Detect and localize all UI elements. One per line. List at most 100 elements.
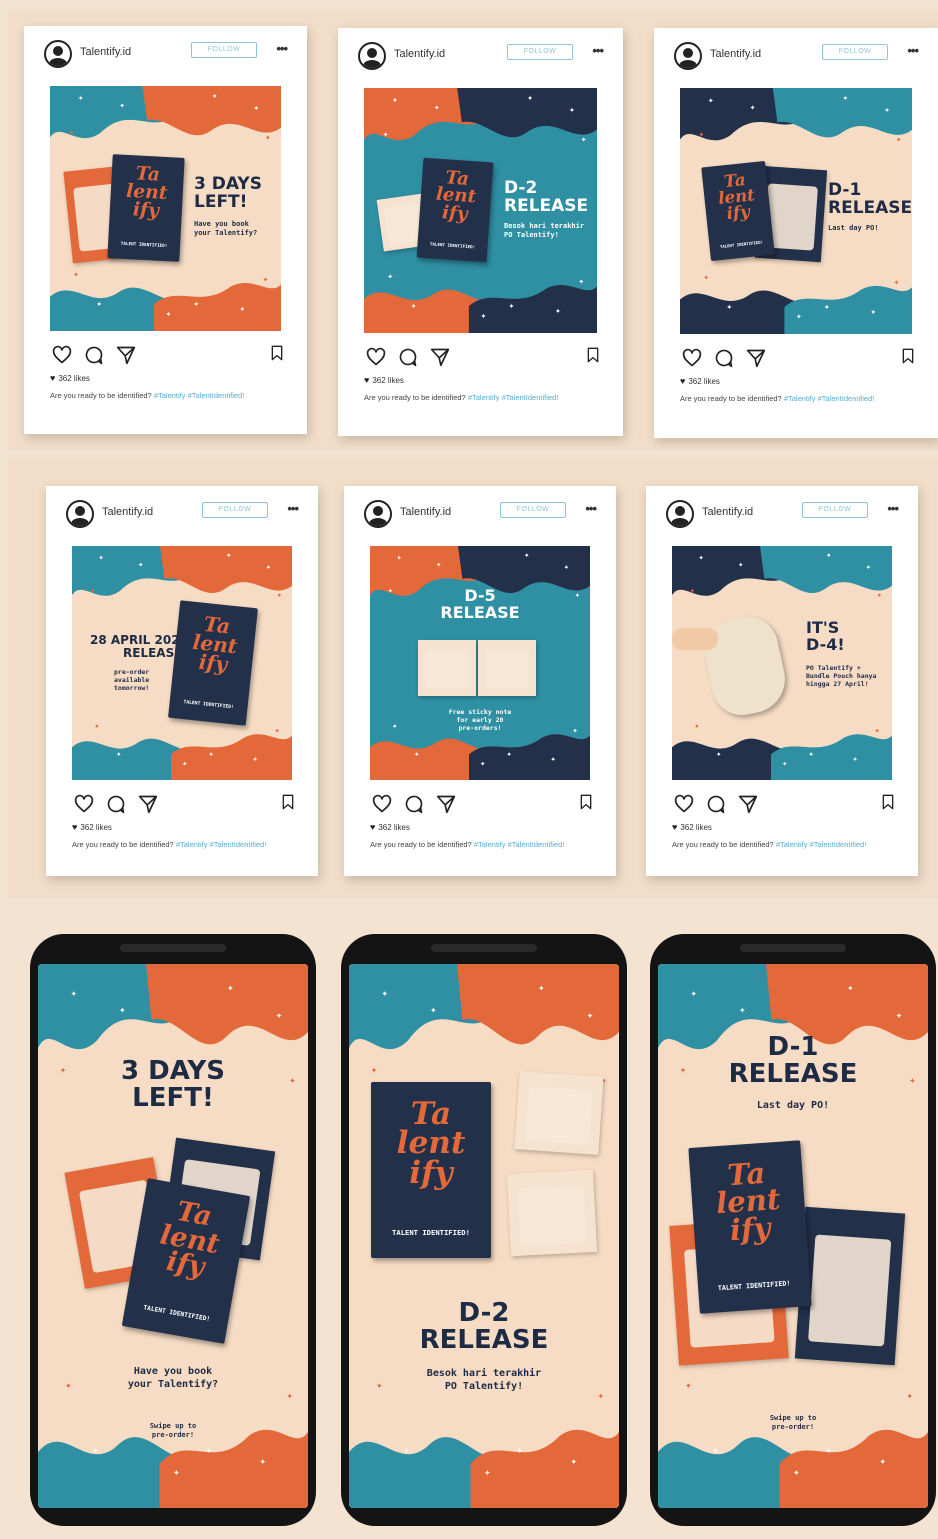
comment-icon[interactable] [714,348,734,368]
text-line: Last day PO! [828,224,879,232]
more-options-icon[interactable]: ••• [585,501,597,516]
caption-hashtags[interactable]: #Talentify #TalentIdentified! [776,840,866,849]
text-line: LEFT! [194,191,248,212]
heart-icon[interactable] [366,347,386,367]
sparkle-icon: ✦ [193,301,199,309]
follow-button[interactable]: FOLLOW [191,42,257,58]
heart-icon[interactable] [674,794,694,814]
heart-icon[interactable] [372,794,392,814]
phone-mockup: ✦ ✦ ✦ ✦ ✦ ✦ ✦ ✦ ✦ ✦ ✦ ✦ 3 DAYS LEFT! Ta lent ify TALENT I… [30,934,316,1526]
post-header: Talentify.id FOLLOW ••• [646,486,918,544]
sparkle-icon: ✦ [259,1457,266,1466]
bookmark-icon[interactable] [880,794,896,810]
comment-icon[interactable] [84,345,104,365]
heart-small-icon: ♥ [672,822,678,832]
sparkle-icon: ✦ [569,107,575,115]
username-link[interactable]: Talentify.id [394,48,445,60]
story-screen[interactable]: ✦ ✦ ✦ ✦ ✦ ✦ ✦ ✦ ✦ ✦ ✦ ✦ D-1 RELEASE Last day PO! Ta lent… [658,964,928,1508]
more-options-icon[interactable]: ••• [592,43,604,58]
profile-icon[interactable] [666,500,694,528]
sparkle-icon: ✦ [527,94,533,102]
heart-icon[interactable] [74,794,94,814]
comment-icon[interactable] [404,794,424,814]
follow-button[interactable]: FOLLOW [507,44,573,60]
bookmark-icon[interactable] [900,348,916,364]
comment-icon[interactable] [398,347,418,367]
username-link[interactable]: Talentify.id [400,506,451,518]
share-icon[interactable] [436,794,456,814]
caption-text: Are you ready to be identified? [72,840,174,849]
profile-icon[interactable] [364,500,392,528]
post-image[interactable]: ✦ ✦ ✦ ✦ ✦ ✦ ✦ ✦ ✦ ✦ ✦ ✦ D-5 RELEASE Free sticky note fo… [370,546,590,780]
sparkle-icon: ✦ [94,723,100,731]
story-screen[interactable]: ✦ ✦ ✦ ✦ ✦ ✦ ✦ ✦ ✦ ✦ ✦ ✦ Ta lent ify TALENT IDENTIFIED! D… [349,964,619,1508]
instagram-post-card: Talentify.id FOLLOW ••• ✦ ✦ ✦ ✦ ✦ ✦ ✦ ✦ ✦ ✦ ✦ ✦ Ta lent i… [24,26,307,434]
follow-button[interactable]: FOLLOW [822,44,888,60]
heart-icon[interactable] [52,345,72,365]
more-options-icon[interactable]: ••• [887,501,899,516]
username-link[interactable]: Talentify.id [102,506,153,518]
post-caption: Are you ready to be identified? #Talenti… [72,840,308,849]
comment-icon[interactable] [706,794,726,814]
book-logo: Ta lent ify [702,169,771,224]
book-subtitle: TALENT IDENTIFIED! [142,1304,211,1324]
username-link[interactable]: Talentify.id [710,48,761,60]
bookmark-icon[interactable] [269,345,285,361]
post-caption: Are you ready to be identified? #Talenti… [672,840,908,849]
text-line: RELEASE [728,1059,858,1090]
book-cover: Ta lent ify TALENT IDENTIFIED! [416,157,494,263]
story-screen[interactable]: ✦ ✦ ✦ ✦ ✦ ✦ ✦ ✦ ✦ ✦ ✦ ✦ 3 DAYS LEFT! Ta lent ify TALENT I… [38,964,308,1508]
post-image[interactable]: ✦ ✦ ✦ ✦ ✦ ✦ ✦ ✦ ✦ ✦ ✦ ✦ 28 APRIL 2020 RELEASE! pre-ord… [72,546,292,780]
bookmark-icon[interactable] [585,347,601,363]
profile-icon[interactable] [358,42,386,70]
sparkle-icon: ✦ [403,1447,410,1456]
caption-hashtags[interactable]: #Talentify #TalentIdentified! [154,391,244,400]
sparkle-icon: ✦ [182,760,188,768]
share-icon[interactable] [738,794,758,814]
username-link[interactable]: Talentify.id [702,506,753,518]
sparkle-icon: ✦ [884,107,890,115]
comment-icon[interactable] [106,794,126,814]
sparkle-icon: ✦ [434,104,440,112]
more-options-icon[interactable]: ••• [276,41,288,56]
post-image[interactable]: ✦ ✦ ✦ ✦ ✦ ✦ ✦ ✦ ✦ ✦ ✦ ✦ IT'S D-4! PO Talentify + Bundle… [672,546,892,780]
caption-hashtags[interactable]: #Talentify #TalentIdentified! [474,840,564,849]
sparkle-icon: ✦ [119,1006,126,1015]
heart-small-icon: ♥ [72,822,78,832]
text-line: RELEASE! [123,645,188,660]
more-options-icon[interactable]: ••• [287,501,299,516]
follow-button[interactable]: FOLLOW [202,502,268,518]
post-header: Talentify.id FOLLOW ••• [24,26,307,84]
post-header: Talentify.id FOLLOW ••• [654,28,938,86]
likes-text: 362 likes [372,376,404,385]
profile-icon[interactable] [674,42,702,70]
bookmark-icon[interactable] [280,794,296,810]
text-line: D-4! [806,634,845,654]
sparkle-icon: ✦ [896,136,902,144]
text-line: Besok hari terakhir [504,222,585,230]
share-icon[interactable] [746,348,766,368]
feed-mockup-row-1: Talentify.id FOLLOW ••• ✦ ✦ ✦ ✦ ✦ ✦ ✦ ✦ ✦ ✦ ✦ ✦ Ta lent i… [8,10,938,450]
share-icon[interactable] [430,347,450,367]
bookmark-icon[interactable] [578,794,594,810]
follow-button[interactable]: FOLLOW [802,502,868,518]
profile-icon[interactable] [44,40,72,68]
caption-hashtags[interactable]: #Talentify #TalentIdentified! [176,840,266,849]
post-image[interactable]: ✦ ✦ ✦ ✦ ✦ ✦ ✦ ✦ ✦ ✦ ✦ ✦ Ta lent ify TALENT IDENTIFIED! D… [680,88,912,334]
share-icon[interactable] [138,794,158,814]
sparkle-icon: ✦ [70,990,77,999]
sparkle-icon: ✦ [699,131,705,139]
post-image[interactable]: ✦ ✦ ✦ ✦ ✦ ✦ ✦ ✦ ✦ ✦ ✦ ✦ Ta lent ify TALENT IDENTIFIED! D… [364,88,597,333]
post-image[interactable]: ✦ ✦ ✦ ✦ ✦ ✦ ✦ ✦ ✦ ✦ ✦ ✦ Ta lent ify TALENT IDENTIFIED! 3… [50,86,281,331]
share-icon[interactable] [116,345,136,365]
worksheet-lines [424,650,470,690]
heart-small-icon: ♥ [364,375,370,385]
text-line: PO Talentify! [504,230,559,239]
caption-hashtags[interactable]: #Talentify #TalentIdentified! [468,393,558,402]
follow-button[interactable]: FOLLOW [500,502,566,518]
more-options-icon[interactable]: ••• [907,43,919,58]
username-link[interactable]: Talentify.id [80,46,131,58]
profile-icon[interactable] [66,500,94,528]
heart-icon[interactable] [682,348,702,368]
caption-hashtags[interactable]: #Talentify #TalentIdentified! [784,394,874,403]
